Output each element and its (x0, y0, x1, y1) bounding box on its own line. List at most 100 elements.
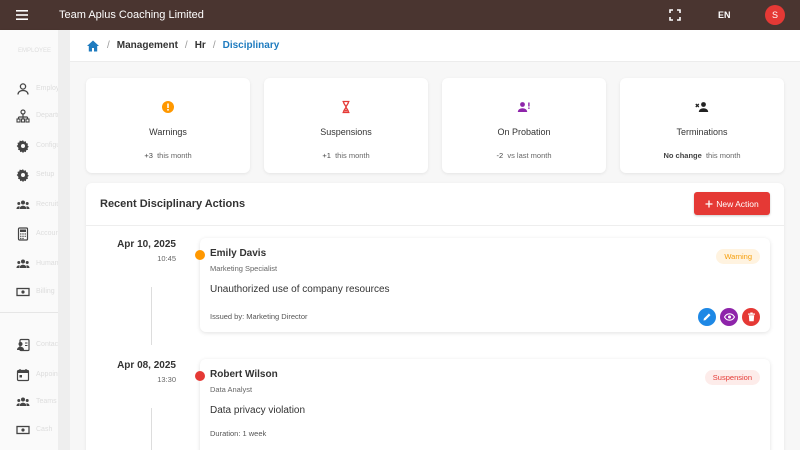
home-icon[interactable] (86, 39, 100, 53)
action-card[interactable]: Emily Davis Marketing Specialist Warning… (195, 238, 770, 332)
sidebar-heading: EMPLOYEE (18, 48, 52, 54)
sidebar-item-configurations[interactable]: Configurations Settings (0, 134, 58, 158)
top-app-bar: Team Aplus Coaching Limited EN S (0, 0, 800, 30)
fullscreen-icon[interactable] (668, 8, 682, 22)
stat-label: Terminations (676, 127, 728, 137)
sidebar-item-billing[interactable]: Billing (0, 280, 58, 304)
stat-period: this month (705, 151, 741, 160)
sidebar-item-teams[interactable]: Teams (0, 390, 58, 414)
action-description: Unauthorized use of company resources (210, 284, 390, 295)
stat-trend: -2 vs last month (442, 151, 606, 160)
employee-role: Marketing Specialist (210, 264, 278, 273)
new-action-label: New Action (716, 198, 759, 209)
action-buttons (698, 308, 760, 326)
contact-icon (17, 338, 30, 352)
employee-name: Robert Wilson (210, 369, 278, 380)
sidebar-item-accounts[interactable]: Accounts (0, 222, 58, 246)
sidebar-item-label: Teams (36, 398, 57, 405)
stat-label: On Probation (497, 127, 551, 137)
language-selector[interactable]: EN (718, 10, 731, 20)
stat-card-probation: On Probation -2 vs last month (442, 78, 606, 173)
stat-card-suspensions: Suspensions +1 this month (264, 78, 428, 173)
stat-period: this month (335, 151, 370, 160)
sidebar-item-cash[interactable]: Cash (0, 418, 58, 442)
timeline-date: Apr 10, 2025 (117, 239, 176, 250)
sidebar-item-appointments[interactable]: Appointments (0, 363, 58, 387)
stat-trend: +3 this month (86, 151, 250, 160)
sidebar-item-contacts[interactable]: Contacts Planner (0, 333, 58, 357)
money-icon (16, 425, 30, 435)
plus-icon (705, 200, 713, 207)
action-card[interactable]: Robert Wilson Data Analyst Suspension Da… (195, 359, 770, 450)
sidebar-item-label: Appointments (36, 371, 58, 378)
stat-change: +3 (144, 151, 153, 160)
sidebar-item-setup[interactable]: Setup (0, 163, 58, 187)
breadcrumb-separator: / (184, 40, 188, 51)
gear-icon (16, 140, 29, 153)
warning-icon (162, 101, 174, 113)
breadcrumb-separator: / (212, 40, 216, 51)
sidebar-item-label: Contacts Planner (36, 341, 58, 348)
sidebar-item-label: Departments (36, 112, 58, 119)
timeline-time: 13:30 (157, 375, 176, 384)
trash-icon (747, 312, 755, 322)
sidebar-item-label: Human Resources (36, 260, 58, 267)
pencil-icon (703, 313, 711, 321)
sidebar-item-human-resources[interactable]: Human Resources (0, 252, 58, 276)
stat-card-warnings: Warnings +3 this month (86, 78, 250, 173)
main-content: Warnings +3 this month Suspensions +1 th… (70, 62, 800, 450)
hourglass-icon (342, 100, 350, 114)
sidebar-item-label: Employees (36, 85, 58, 92)
edit-button[interactable] (698, 308, 716, 326)
stat-label: Warnings (149, 127, 187, 137)
panel-title: Recent Disciplinary Actions (100, 198, 246, 210)
timeline-date: Apr 08, 2025 (117, 360, 176, 371)
sidebar-divider (0, 312, 58, 313)
calendar-icon (16, 369, 30, 382)
stat-trend: No change this month (620, 151, 784, 160)
stat-change: -2 (496, 151, 504, 160)
org-chart-icon (16, 109, 30, 123)
breadcrumb-disciplinary: Disciplinary (222, 40, 280, 51)
action-meta: Duration: 1 week (210, 429, 267, 438)
delete-button[interactable] (742, 308, 760, 326)
employee-name: Emily Davis (210, 248, 267, 259)
person-remove-icon (695, 102, 709, 112)
sidebar-scroll-gutter (58, 30, 70, 450)
sidebar-item-label: Setup (36, 171, 55, 178)
stat-label: Suspensions (320, 127, 372, 137)
user-avatar[interactable]: S (765, 5, 785, 25)
breadcrumb-management[interactable]: Management (117, 40, 178, 51)
money-icon (16, 287, 30, 297)
menu-button[interactable] (0, 0, 44, 30)
eye-icon (723, 313, 735, 321)
stat-change: +1 (322, 151, 331, 160)
sidebar-item-recruitment[interactable]: Recruitment Management (0, 193, 58, 217)
sidebar-item-label: Billing (36, 288, 55, 295)
status-badge: Suspension (704, 370, 760, 385)
calculator-icon (17, 227, 29, 241)
groups-icon (16, 259, 30, 268)
stat-period: this month (157, 151, 192, 160)
employee-role: Data Analyst (210, 385, 253, 394)
status-dot (195, 250, 205, 260)
action-description: Data privacy violation (210, 405, 306, 416)
probation-icon (517, 102, 530, 112)
groups-icon (16, 200, 30, 209)
sidebar-item-departments[interactable]: Departments (0, 104, 58, 128)
new-action-button[interactable]: New Action (694, 192, 770, 215)
hamburger-menu-icon (16, 10, 28, 20)
breadcrumb-hr[interactable]: Hr (195, 40, 206, 51)
status-dot (195, 371, 205, 381)
status-badge: Warning (716, 249, 760, 264)
timeline-time: 10:45 (157, 254, 176, 263)
stat-card-terminations: Terminations No change this month (620, 78, 784, 173)
stat-trend: +1 this month (264, 151, 428, 160)
sidebar-item-label: Configurations Settings (36, 142, 58, 149)
groups-icon (16, 397, 30, 406)
stat-period: vs last month (507, 151, 552, 160)
sidebar-item-employees[interactable]: Employees (0, 77, 58, 101)
sidebar-item-label: Recruitment Management (36, 201, 58, 208)
view-button[interactable] (720, 308, 738, 326)
sidebar-item-label: Cash (36, 426, 53, 433)
